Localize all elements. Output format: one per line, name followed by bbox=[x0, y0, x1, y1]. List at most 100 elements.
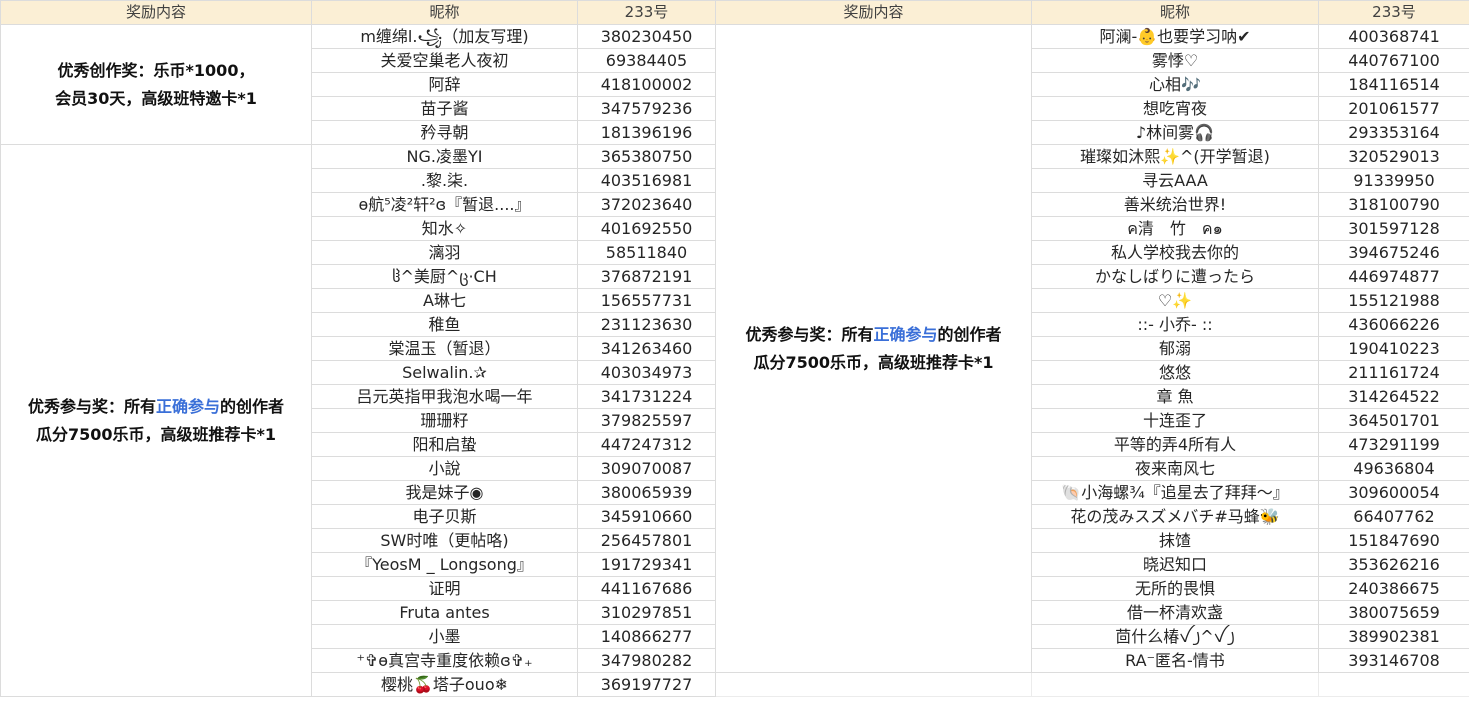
left-nick: 电子贝斯 bbox=[311, 504, 578, 529]
header-reward: 奖励内容 bbox=[0, 0, 312, 25]
right-id: 389902381 bbox=[1318, 624, 1469, 649]
reward-highlight: 正确参与 bbox=[873, 324, 938, 344]
left-nick: 关爱空巢老人夜初 bbox=[311, 48, 578, 73]
left-nick: A琳七 bbox=[311, 288, 578, 313]
right-nick: 阿澜-👶也要学习呐✔ bbox=[1031, 24, 1319, 49]
right-id: 473291199 bbox=[1318, 432, 1469, 457]
left-id: 376872191 bbox=[577, 264, 716, 289]
left-nick: 棠温玉（暂退） bbox=[311, 336, 578, 361]
reward-line: 的创作者 bbox=[220, 396, 285, 416]
right-nick: 夜来南风七 bbox=[1031, 456, 1319, 481]
right-nick: RA⁻匿名-情书 bbox=[1031, 648, 1319, 673]
left-id: 365380750 bbox=[577, 144, 716, 169]
right-nick: 晓迟知口 bbox=[1031, 552, 1319, 577]
left-nick: m缠绵l.꧁（加友写理) bbox=[311, 24, 578, 49]
header-reward-2: 奖励内容 bbox=[715, 0, 1032, 25]
left-id: 181396196 bbox=[577, 120, 716, 145]
left-nick: 漓羽 bbox=[311, 240, 578, 265]
left-nick: .黎.柒. bbox=[311, 168, 578, 193]
right-nick: 平等的弄4所有人 bbox=[1031, 432, 1319, 457]
left-id: 403516981 bbox=[577, 168, 716, 193]
right-id: 314264522 bbox=[1318, 384, 1469, 409]
right-id: 309600054 bbox=[1318, 480, 1469, 505]
reward-line: 会员30天，高级班特邀卡*1 bbox=[55, 88, 257, 108]
left-id: 140866277 bbox=[577, 624, 716, 649]
header-nick: 昵称 bbox=[311, 0, 578, 25]
reward-line: 的创作者 bbox=[937, 324, 1002, 344]
left-id: 69384405 bbox=[577, 48, 716, 73]
header-nick-2: 昵称 bbox=[1031, 0, 1319, 25]
right-nick: ค清 竹 ค๑ bbox=[1031, 216, 1319, 241]
reward-line: 优秀参与奖：所有 bbox=[745, 324, 874, 344]
right-id: 190410223 bbox=[1318, 336, 1469, 361]
right-id: 184116514 bbox=[1318, 72, 1469, 97]
right-nick: 无所的畏惧 bbox=[1031, 576, 1319, 601]
left-id: 309070087 bbox=[577, 456, 716, 481]
left-id: 191729341 bbox=[577, 552, 716, 577]
right-nick: 想吃宵夜 bbox=[1031, 96, 1319, 121]
blank-cell bbox=[1318, 672, 1469, 697]
left-id: 380230450 bbox=[577, 24, 716, 49]
left-nick: 矜寻朝 bbox=[311, 120, 578, 145]
left-nick: 稚鱼 bbox=[311, 312, 578, 337]
right-id: 293353164 bbox=[1318, 120, 1469, 145]
left-id: 372023640 bbox=[577, 192, 716, 217]
left-nick: 樱桃🍒塔子ouo❄ bbox=[311, 672, 578, 697]
left-nick: ɵ航⁵凌²轩²ɞ『暂退....』 bbox=[311, 192, 578, 217]
left-id: 380065939 bbox=[577, 480, 716, 505]
reward-cell-right: 优秀参与奖：所有正确参与的创作者 瓜分7500乐币，高级班推荐卡*1 bbox=[715, 24, 1032, 673]
right-id: 318100790 bbox=[1318, 192, 1469, 217]
header-id: 233号 bbox=[577, 0, 716, 25]
right-id: 364501701 bbox=[1318, 408, 1469, 433]
left-nick: ჱ^美厨^ც·CH bbox=[311, 264, 578, 289]
reward-table: 奖励内容 昵称 233号 奖励内容 昵称 233号 优秀创作奖：乐币*1000，… bbox=[0, 0, 1469, 697]
left-id: 231123630 bbox=[577, 312, 716, 337]
blank-cell bbox=[1031, 672, 1319, 697]
left-id: 310297851 bbox=[577, 600, 716, 625]
right-nick: 茴什么椿ꪜ ꠸^ꪜ ꠸ bbox=[1031, 624, 1319, 649]
reward-cell-left-1: 优秀参与奖：所有正确参与的创作者 瓜分7500乐币，高级班推荐卡*1 bbox=[0, 144, 312, 697]
left-nick: 苗子酱 bbox=[311, 96, 578, 121]
reward-cell-left-0: 优秀创作奖：乐币*1000， 会员30天，高级班特邀卡*1 bbox=[0, 24, 312, 145]
left-nick: Fruta antes bbox=[311, 600, 578, 625]
right-nick: 私人学校我去你的 bbox=[1031, 240, 1319, 265]
left-nick: 阳和启蛰 bbox=[311, 432, 578, 457]
left-id: 341263460 bbox=[577, 336, 716, 361]
right-id: 91339950 bbox=[1318, 168, 1469, 193]
left-nick: 小說 bbox=[311, 456, 578, 481]
right-id: 400368741 bbox=[1318, 24, 1469, 49]
right-id: 394675246 bbox=[1318, 240, 1469, 265]
reward-line: 优秀参与奖：所有 bbox=[27, 396, 156, 416]
left-nick: 『YeosM _ Longsong』 bbox=[311, 552, 578, 577]
left-id: 401692550 bbox=[577, 216, 716, 241]
left-id: 369197727 bbox=[577, 672, 716, 697]
right-nick: ♡✨ bbox=[1031, 288, 1319, 313]
right-id: 201061577 bbox=[1318, 96, 1469, 121]
left-id: 418100002 bbox=[577, 72, 716, 97]
left-nick: 小墨 bbox=[311, 624, 578, 649]
left-id: 345910660 bbox=[577, 504, 716, 529]
right-nick: ♪林间雾🎧 bbox=[1031, 120, 1319, 145]
left-id: 403034973 bbox=[577, 360, 716, 385]
left-nick: Selwalin.✰ bbox=[311, 360, 578, 385]
header-id-2: 233号 bbox=[1318, 0, 1469, 25]
right-nick: 寻云AAA bbox=[1031, 168, 1319, 193]
reward-line: 瓜分7500乐币，高级班推荐卡*1 bbox=[35, 424, 277, 444]
right-nick: 章 魚 bbox=[1031, 384, 1319, 409]
left-nick: 证明 bbox=[311, 576, 578, 601]
left-nick: 阿辞 bbox=[311, 72, 578, 97]
right-nick: かなしばりに遭ったら bbox=[1031, 264, 1319, 289]
left-id: 58511840 bbox=[577, 240, 716, 265]
left-id: 156557731 bbox=[577, 288, 716, 313]
right-nick: 借一杯清欢盏 bbox=[1031, 600, 1319, 625]
right-id: 380075659 bbox=[1318, 600, 1469, 625]
right-nick: 雾悸♡ bbox=[1031, 48, 1319, 73]
right-nick: 抹馇 bbox=[1031, 528, 1319, 553]
reward-line: 优秀创作奖：乐币*1000， bbox=[57, 60, 255, 80]
left-nick: NG.凌墨YI bbox=[311, 144, 578, 169]
right-nick: 🐚小海螺¾『追星去了拜拜～』 bbox=[1031, 480, 1319, 505]
right-nick: 璀璨如沐熙✨^(开学暂退) bbox=[1031, 144, 1319, 169]
right-nick: 花の茂みスズメバチ#马蜂🐝 bbox=[1031, 504, 1319, 529]
header-row: 奖励内容 昵称 233号 奖励内容 昵称 233号 bbox=[0, 0, 1469, 25]
left-nick: 吕元英指甲我泡水喝一年 bbox=[311, 384, 578, 409]
